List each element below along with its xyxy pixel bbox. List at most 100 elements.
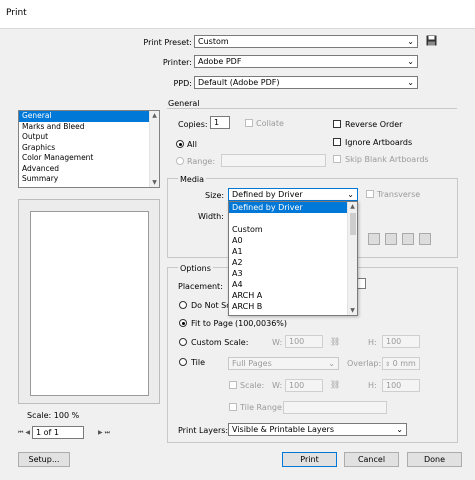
category-item[interactable]: Marks and Bleed bbox=[19, 122, 149, 133]
last-page-icon[interactable]: ⏭ bbox=[105, 429, 110, 437]
scroll-up-icon[interactable]: ▲ bbox=[150, 112, 159, 119]
all-label: All bbox=[187, 140, 197, 149]
range-radio[interactable] bbox=[176, 157, 184, 165]
category-list[interactable]: General Marks and Bleed Output Graphics Colo… bbox=[18, 110, 160, 188]
custom-h-input[interactable]: 100 bbox=[382, 335, 420, 348]
size-option[interactable]: A3 bbox=[229, 268, 347, 279]
landscape-flipped-icon[interactable] bbox=[419, 233, 431, 245]
printer-select[interactable]: Adobe PDF ⌄ bbox=[194, 55, 418, 68]
fit-to-page-radio[interactable] bbox=[179, 319, 187, 327]
options-heading: Options bbox=[178, 264, 213, 273]
cancel-button[interactable]: Cancel bbox=[344, 452, 399, 467]
category-item[interactable]: General bbox=[19, 111, 149, 122]
tile-select[interactable]: Full Pages ⌄ bbox=[228, 357, 339, 370]
tile-range-input[interactable] bbox=[283, 401, 387, 414]
tile-w-label: W: bbox=[272, 381, 283, 390]
scroll-down-icon[interactable]: ▼ bbox=[150, 179, 159, 186]
width-label: Width: bbox=[198, 212, 224, 221]
print-layers-select[interactable]: Visible & Printable Layers ⌄ bbox=[228, 423, 407, 436]
chevron-down-icon: ⌄ bbox=[407, 37, 414, 46]
size-option[interactable]: ARCH A bbox=[229, 290, 347, 301]
overlap-label: Overlap: bbox=[347, 359, 382, 368]
tile-radio[interactable] bbox=[179, 358, 187, 366]
page-field[interactable]: 1 of 1 bbox=[32, 426, 85, 439]
size-dropdown[interactable]: Defined by Driver Custom A0 A1 A2 A3 A4 ARCH AA… bbox=[228, 201, 358, 316]
tile-label: Tile bbox=[191, 358, 206, 367]
custom-w-label: W: bbox=[272, 338, 283, 347]
scroll-up-icon[interactable]: ▲ bbox=[348, 203, 357, 210]
page-navigator: ⏮ ◀ 1 of 1 ▶ ⏭ bbox=[18, 426, 160, 439]
spinner-icon[interactable]: ⇕ bbox=[385, 361, 390, 368]
placement-label: Placement: bbox=[178, 282, 223, 291]
size-option[interactable]: A1 bbox=[229, 246, 347, 257]
range-label: Range: bbox=[187, 157, 216, 166]
scroll-down-icon[interactable]: ▼ bbox=[348, 307, 357, 314]
tile-range-checkbox[interactable] bbox=[229, 403, 237, 411]
portrait-icon[interactable] bbox=[368, 233, 380, 245]
portrait-flipped-icon[interactable] bbox=[402, 233, 414, 245]
print-preset-select[interactable]: Custom ⌄ bbox=[194, 35, 418, 48]
custom-scale-label: Custom Scale: bbox=[191, 338, 249, 347]
size-option[interactable]: ARCH B bbox=[229, 301, 347, 312]
custom-w-input[interactable]: 100 bbox=[285, 335, 323, 348]
size-option[interactable]: A2 bbox=[229, 257, 347, 268]
custom-scale-radio[interactable] bbox=[179, 338, 187, 346]
do-not-scale-radio[interactable] bbox=[179, 301, 187, 309]
ppd-select[interactable]: Default (Adobe PDF) ⌄ bbox=[194, 76, 418, 89]
chevron-down-icon: ⌄ bbox=[328, 359, 335, 368]
category-scrollbar[interactable]: ▲ ▼ bbox=[149, 111, 159, 187]
tile-w-input[interactable]: 100 bbox=[285, 379, 323, 392]
tile-scale-checkbox[interactable] bbox=[229, 381, 237, 389]
category-item[interactable]: Advanced bbox=[19, 164, 149, 175]
print-preset-label: Print Preset: bbox=[143, 38, 192, 47]
fit-to-page-percent: (100,0036%) bbox=[235, 319, 288, 328]
tile-h-label: H: bbox=[368, 381, 377, 390]
link-icon[interactable]: ⛓ bbox=[330, 380, 340, 389]
collate-label: Collate bbox=[256, 119, 284, 128]
scrollbar-thumb[interactable] bbox=[350, 213, 356, 235]
landscape-icon[interactable] bbox=[385, 233, 397, 245]
copies-input[interactable]: 1 bbox=[210, 116, 230, 129]
first-page-icon[interactable]: ⏮ bbox=[18, 429, 23, 437]
tile-scale-label: Scale: bbox=[240, 381, 265, 390]
preview-page bbox=[30, 211, 149, 396]
size-option[interactable]: A4 bbox=[229, 279, 347, 290]
reverse-order-checkbox[interactable] bbox=[333, 120, 341, 128]
all-radio[interactable] bbox=[176, 140, 184, 148]
category-item[interactable]: Color Management bbox=[19, 153, 149, 164]
setup-button[interactable]: Setup... bbox=[18, 452, 70, 467]
chevron-down-icon: ⌄ bbox=[407, 78, 414, 87]
tile-range-label: Tile Range: bbox=[240, 403, 285, 412]
media-heading: Media bbox=[178, 175, 207, 184]
size-label: Size: bbox=[205, 191, 225, 200]
tile-h-input[interactable]: 100 bbox=[382, 379, 420, 392]
next-page-icon[interactable]: ▶ bbox=[98, 429, 103, 436]
size-select[interactable]: Defined by Driver ⌄ bbox=[228, 188, 358, 201]
category-item[interactable]: Graphics bbox=[19, 143, 149, 154]
size-option[interactable]: Custom bbox=[229, 224, 347, 235]
ignore-artboards-checkbox[interactable] bbox=[333, 138, 341, 146]
print-button[interactable]: Print bbox=[282, 452, 337, 467]
size-option[interactable]: A0 bbox=[229, 235, 347, 246]
category-item[interactable]: Output bbox=[19, 132, 149, 143]
orientation-buttons bbox=[368, 233, 431, 245]
link-icon[interactable]: ⛓ bbox=[330, 337, 340, 346]
printer-label: Printer: bbox=[162, 58, 192, 67]
done-button[interactable]: Done bbox=[407, 452, 462, 467]
range-input[interactable] bbox=[221, 154, 326, 167]
save-preset-icon[interactable] bbox=[426, 35, 437, 46]
overlap-input[interactable]: ⇕ 0 mm bbox=[382, 357, 420, 370]
size-option[interactable]: Defined by Driver bbox=[229, 202, 347, 213]
ppd-label: PPD: bbox=[173, 79, 192, 88]
skip-blank-label: Skip Blank Artboards bbox=[345, 155, 429, 164]
category-item[interactable]: Summary bbox=[19, 174, 149, 185]
skip-blank-checkbox[interactable] bbox=[333, 155, 341, 163]
window-title: Print bbox=[6, 8, 27, 18]
transverse-checkbox[interactable] bbox=[366, 190, 374, 198]
size-dropdown-scrollbar[interactable]: ▲ ▼ bbox=[347, 202, 357, 315]
previous-page-icon[interactable]: ◀ bbox=[25, 429, 30, 436]
collate-checkbox[interactable] bbox=[245, 119, 253, 127]
divider bbox=[167, 108, 457, 109]
reverse-order-label: Reverse Order bbox=[345, 120, 403, 129]
general-heading: General bbox=[168, 99, 200, 108]
